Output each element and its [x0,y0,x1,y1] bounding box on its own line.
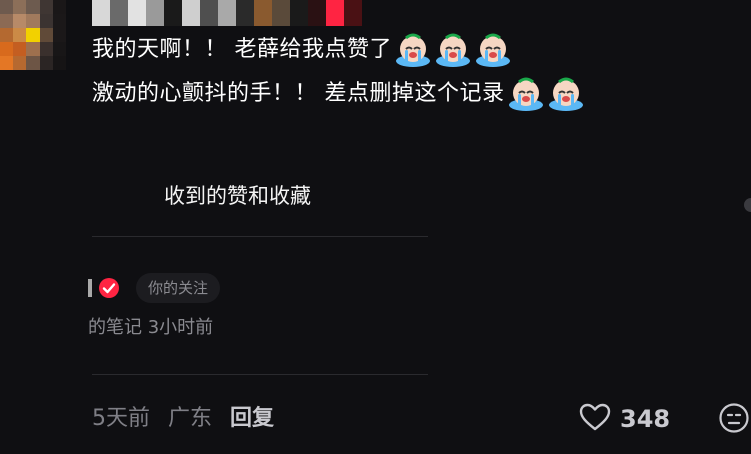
avatar[interactable] [0,0,66,70]
divider [92,374,428,375]
comment-location: 广东 [168,406,213,431]
like-count: 348 [620,405,671,433]
reply-button[interactable]: 回复 [230,400,274,432]
comment-screen: 我的天啊！！ 老薛给我点赞了 激动的心颤抖的手！！ 差点删掉这个记录 收到的赞和… [0,0,751,454]
note-meta: 的笔记 3小时前 [88,317,214,338]
comment-line-2: 激动的心颤抖的手！！ 差点删掉这个记录 [92,76,732,112]
crying-face-emoji-icon [474,32,512,68]
scroll-handle[interactable] [744,198,751,212]
comment-time: 5天前 [92,406,150,431]
verified-check-icon [98,277,120,299]
comment-text: 我的天啊！！ 老薛给我点赞了 激动的心颤抖的手！！ 差点删掉这个记录 [92,32,732,112]
comment-line-1: 我的天啊！！ 老薛给我点赞了 [92,32,732,68]
username-mosaic[interactable] [92,0,362,26]
your-follow-tag: 你的关注 [136,273,221,303]
comment-line-2-text: 激动的心颤抖的手！！ 差点删掉这个记录 [92,81,505,106]
comment-line-1-text: 我的天啊！！ 老薛给我点赞了 [92,37,392,62]
crying-face-emoji-icon [547,76,585,112]
heart-icon [578,402,612,436]
like-button[interactable]: 348 [578,402,670,436]
divider [92,236,428,237]
card-title: 收到的赞和收藏 [164,184,311,208]
cropped-text-fragment [88,279,92,297]
comment-footer: 5天前 广东 回复 [92,400,274,432]
crying-face-emoji-icon [434,32,472,68]
crying-face-emoji-icon [507,76,545,112]
crying-face-emoji-icon [394,32,432,68]
meh-face-icon[interactable] [718,402,750,438]
